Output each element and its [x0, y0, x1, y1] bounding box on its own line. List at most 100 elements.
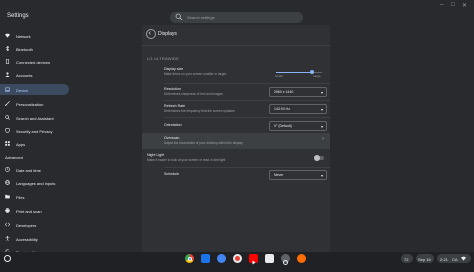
overscan-row[interactable]: Overscan Adjust the boundaries of your d…: [142, 133, 330, 149]
chevron-right-icon: ›: [322, 136, 324, 142]
minimize-button[interactable]: –: [440, 2, 443, 8]
back-button[interactable]: ‹: [146, 29, 156, 39]
tray-notification[interactable]: 72: [401, 254, 413, 263]
sidebar: Network Bluetooth Connected devices Acco…: [0, 30, 72, 255]
tray-badge: 72: [404, 256, 409, 262]
sidebar-item-bluetooth[interactable]: Bluetooth: [0, 43, 69, 54]
shield-icon: [5, 128, 10, 133]
terminal-icon[interactable]: [265, 254, 274, 263]
bluetooth-icon: [6, 46, 10, 51]
refresh-rate-select[interactable]: 143.93 Hz ▾: [269, 104, 327, 114]
settings-icon[interactable]: [281, 254, 290, 265]
monitor-name: LG ULTRAWIDE: [147, 56, 179, 61]
chevron-down-icon: ▾: [320, 123, 323, 129]
wifi-icon: [461, 256, 466, 261]
sidebar-item-accounts[interactable]: Accounts: [0, 69, 69, 80]
sidebar-item-label: Search and Assistant: [16, 115, 54, 121]
code-icon: [5, 222, 10, 227]
orientation-title: Orientation: [164, 123, 182, 127]
sidebar-item-label: Device: [16, 87, 29, 93]
chrome-icon[interactable]: [185, 254, 194, 263]
schedule-select[interactable]: Never ▾: [269, 170, 327, 180]
sidebar-item-label: Network: [16, 33, 31, 39]
resolution-value: 2560 x 1440: [274, 90, 294, 94]
schedule-value: Never: [274, 173, 284, 177]
resolution-desc: Determines sharpness of text and images: [164, 92, 223, 96]
shelf: 72 Sep 16 2:21 CA: [0, 252, 474, 265]
divider: [164, 83, 330, 84]
record-icon[interactable]: [233, 254, 242, 263]
photos-icon[interactable]: [297, 254, 306, 263]
sidebar-item-label: Print and scan: [16, 208, 42, 214]
search-icon: [5, 115, 10, 120]
sidebar-item-developers[interactable]: Developers: [0, 219, 69, 230]
clock-icon: [5, 167, 10, 172]
overscan-desc: Adjust the boundaries of your desktop wi…: [164, 141, 243, 145]
time-label: 2:21: [440, 256, 448, 262]
chevron-down-icon: ▾: [320, 172, 323, 178]
youtube-icon[interactable]: [249, 254, 258, 265]
sidebar-item-network[interactable]: Network: [0, 30, 69, 41]
maximize-button[interactable]: □: [451, 2, 455, 8]
gear-icon: [283, 260, 288, 265]
sidebar-item-files[interactable]: Files: [0, 191, 69, 202]
divider: [164, 100, 330, 101]
launcher-button[interactable]: [4, 255, 11, 262]
resolution-row: Resolution Determines sharpness of text …: [142, 86, 330, 98]
display-size-title: Display size: [164, 67, 184, 71]
sidebar-item-languages[interactable]: Languages and inputs: [0, 177, 69, 188]
sidebar-item-apps[interactable]: Apps: [0, 138, 69, 149]
sidebar-item-personalization[interactable]: Personalization: [0, 98, 69, 109]
sidebar-item-date-time[interactable]: Date and time: [0, 164, 69, 175]
chrome-center: [187, 256, 192, 261]
browser-icon[interactable]: [217, 254, 226, 263]
record-dot: [235, 256, 240, 261]
close-button[interactable]: ✕: [462, 2, 467, 9]
sidebar-item-label: Apps: [16, 141, 26, 147]
divider: [142, 45, 330, 46]
sidebar-item-security-privacy[interactable]: Security and Privacy: [0, 125, 69, 136]
divider: [164, 117, 330, 118]
display-size-row: Display size Make items on your screen s…: [142, 67, 330, 81]
sidebar-item-label: Developers: [16, 222, 37, 228]
tray-date[interactable]: Sep 16: [416, 254, 434, 263]
sidebar-item-connected-devices[interactable]: Connected devices: [0, 56, 69, 67]
app-title: Settings: [7, 13, 29, 19]
display-size-slider[interactable]: [276, 70, 322, 74]
toggle-knob: [314, 155, 320, 161]
date-label: Sep 16: [418, 256, 431, 262]
play-icon: [252, 260, 256, 265]
refresh-rate-desc: Determines the frequency that the screen…: [164, 109, 235, 113]
sidebar-item-label: Connected devices: [16, 59, 51, 65]
search-field[interactable]: Search settings: [170, 12, 303, 23]
sidebar-item-label: Date and time: [16, 167, 41, 173]
orientation-row: Orientation 0° (Default) ▾: [142, 120, 330, 132]
schedule-title: Schedule: [164, 172, 179, 176]
night-light-row: Night Light Make it easier to look at yo…: [142, 152, 330, 166]
globe-icon: [5, 180, 10, 185]
orientation-select[interactable]: 0° (Default) ▾: [269, 121, 327, 131]
orientation-value: 0° (Default): [274, 124, 292, 128]
night-light-toggle[interactable]: [314, 155, 324, 161]
status-area[interactable]: 2:21 CA: [437, 254, 471, 263]
sidebar-item-label: Accounts: [16, 72, 33, 78]
sidebar-item-label: Files: [16, 194, 25, 200]
sidebar-item-print-scan[interactable]: Print and scan: [0, 205, 69, 216]
slider-max-label: Large: [313, 74, 321, 78]
sidebar-item-device[interactable]: Device: [0, 84, 69, 95]
displays-header: ‹ Displays: [142, 25, 330, 43]
advanced-section-toggle[interactable]: Advanced: [5, 155, 23, 160]
chevron-down-icon: ▾: [320, 89, 323, 95]
sidebar-item-search-assistant[interactable]: Search and Assistant: [0, 112, 69, 123]
accessibility-icon: [5, 236, 10, 241]
night-light-desc: Make it easier to look at your screen or…: [147, 158, 226, 162]
laptop-icon: [5, 87, 10, 92]
sidebar-item-label: Languages and inputs: [16, 180, 56, 186]
folder-icon: [5, 194, 10, 199]
files-icon[interactable]: [201, 254, 210, 263]
settings-window: Settings – □ ✕ Search settings Network B…: [0, 0, 474, 255]
display-size-desc: Make items on your screen smaller or lar…: [164, 72, 227, 76]
resolution-select[interactable]: 2560 x 1440 ▾: [269, 87, 327, 97]
night-light-title: Night Light: [147, 153, 165, 157]
sidebar-item-accessibility[interactable]: Accessibility: [0, 233, 69, 244]
